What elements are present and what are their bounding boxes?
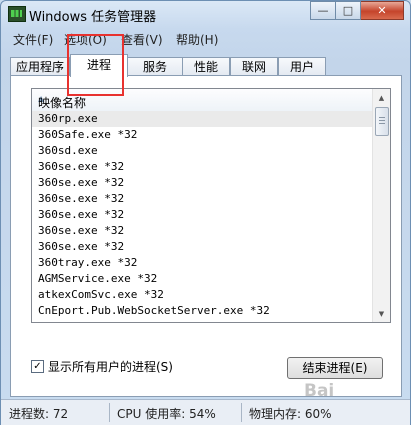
maximize-button[interactable]: □ [336, 1, 361, 20]
menu-bar: 文件(F) 选项(O) 查看(V) 帮助(H) [1, 28, 410, 48]
show-all-users-checkbox[interactable]: ✓ [31, 360, 44, 373]
table-row[interactable]: 360se.exe *32 [32, 175, 372, 191]
watermark: Bai [304, 381, 335, 401]
table-row[interactable]: 360se.exe *32 [32, 191, 372, 207]
close-button[interactable]: ✕ [361, 1, 404, 20]
processes-panel: ▲ 映像名称 360rp.exe 360Safe.exe *32 360sd.e… [10, 75, 402, 397]
status-divider [109, 403, 110, 422]
table-row[interactable]: 360se.exe *32 [32, 207, 372, 223]
window-controls: — □ ✕ [310, 1, 404, 20]
column-header-label: 映像名称 [38, 96, 87, 110]
table-row[interactable]: CnEport.Pub.WebSocketServer.exe *32 [32, 303, 372, 319]
cpu-usage: CPU 使用率: 54% [117, 407, 216, 421]
table-row[interactable]: 360se.exe *32 [32, 239, 372, 255]
menu-view[interactable]: 查看(V) [121, 31, 163, 48]
show-all-users-label: 显示所有用户的进程(S) [48, 360, 173, 374]
physical-memory: 物理内存: 60% [249, 407, 332, 421]
table-row[interactable]: 360tray.exe *32 [32, 255, 372, 271]
end-process-button[interactable]: 结束进程(E) [287, 357, 383, 379]
tab-networking[interactable]: 联网 [230, 57, 278, 76]
task-manager-window: Windows 任务管理器 — □ ✕ 文件(F) 选项(O) 查看(V) 帮助… [0, 0, 411, 425]
process-rows: 360rp.exe 360Safe.exe *32 360sd.exe 360s… [32, 111, 372, 319]
task-manager-icon [8, 6, 26, 22]
scrollbar-thumb[interactable] [375, 107, 389, 136]
window-title: Windows 任务管理器 [29, 10, 157, 25]
table-row[interactable]: 360se.exe *32 [32, 223, 372, 239]
menu-help[interactable]: 帮助(H) [176, 31, 218, 48]
table-row[interactable]: atkexComSvc.exe *32 [32, 287, 372, 303]
vertical-scrollbar[interactable]: ▲ ▼ [372, 89, 390, 322]
scroll-up-icon[interactable]: ▲ [373, 89, 390, 106]
table-row[interactable]: 360sd.exe [32, 143, 372, 159]
status-bar: 进程数: 72 CPU 使用率: 54% 物理内存: 60% [1, 399, 410, 425]
tab-performance[interactable]: 性能 [182, 57, 230, 76]
table-row[interactable]: 360se.exe *32 [32, 159, 372, 175]
minimize-button[interactable]: — [310, 1, 336, 20]
tab-services[interactable]: 服务 [126, 57, 184, 76]
tab-applications[interactable]: 应用程序 [10, 57, 70, 76]
menu-file[interactable]: 文件(F) [13, 31, 53, 48]
tab-users[interactable]: 用户 [278, 57, 326, 76]
scroll-down-icon[interactable]: ▼ [373, 305, 390, 322]
show-all-users-option[interactable]: ✓ 显示所有用户的进程(S) [31, 358, 173, 375]
process-count: 进程数: 72 [9, 407, 69, 421]
table-row[interactable]: 360rp.exe [32, 111, 372, 127]
highlight-annotation [67, 34, 124, 96]
title-bar[interactable]: Windows 任务管理器 — □ ✕ [1, 1, 410, 27]
table-row[interactable]: 360Safe.exe *32 [32, 127, 372, 143]
status-divider [241, 403, 242, 422]
table-row[interactable]: AGMService.exe *32 [32, 271, 372, 287]
process-list[interactable]: ▲ 映像名称 360rp.exe 360Safe.exe *32 360sd.e… [31, 88, 391, 323]
